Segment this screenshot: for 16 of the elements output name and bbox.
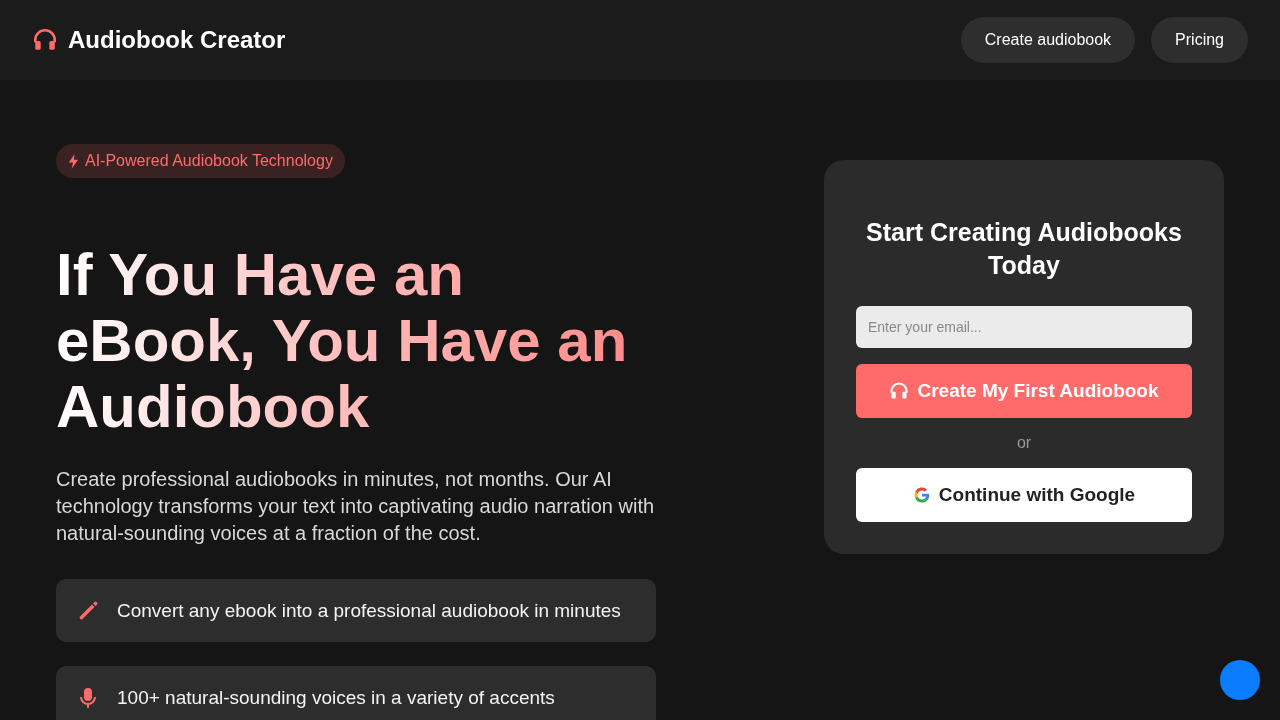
- feature-text: 100+ natural-sounding voices in a variety of accents: [117, 686, 555, 710]
- google-icon: [912, 486, 931, 504]
- headphones-icon: [32, 27, 58, 53]
- email-field[interactable]: Enter your email...: [856, 306, 1192, 348]
- card-title: Start Creating Audiobooks Today: [865, 217, 1183, 281]
- feature-badge: AI-Powered Audiobook Technology: [56, 144, 345, 178]
- headphones-icon: [889, 381, 910, 401]
- nav-button[interactable]: Create audiobook: [960, 17, 1136, 63]
- brand-name: Audiobook Creator: [68, 26, 286, 54]
- nav-button[interactable]: Pricing: [1151, 17, 1248, 63]
- google-button[interactable]: Continue with Google: [856, 468, 1192, 522]
- chat-button[interactable]: [1220, 660, 1260, 700]
- description: Create professional audiobooks in minutes, not months. Our AI technology transforms your text into captivating audio narration with natural-sounding voices at a fraction of the cost.: [56, 467, 656, 546]
- divider-text: or: [1016, 434, 1032, 452]
- feature-text: Convert any ebook into a professional audiobook in minutes: [117, 599, 621, 623]
- lightning-icon: [68, 153, 79, 169]
